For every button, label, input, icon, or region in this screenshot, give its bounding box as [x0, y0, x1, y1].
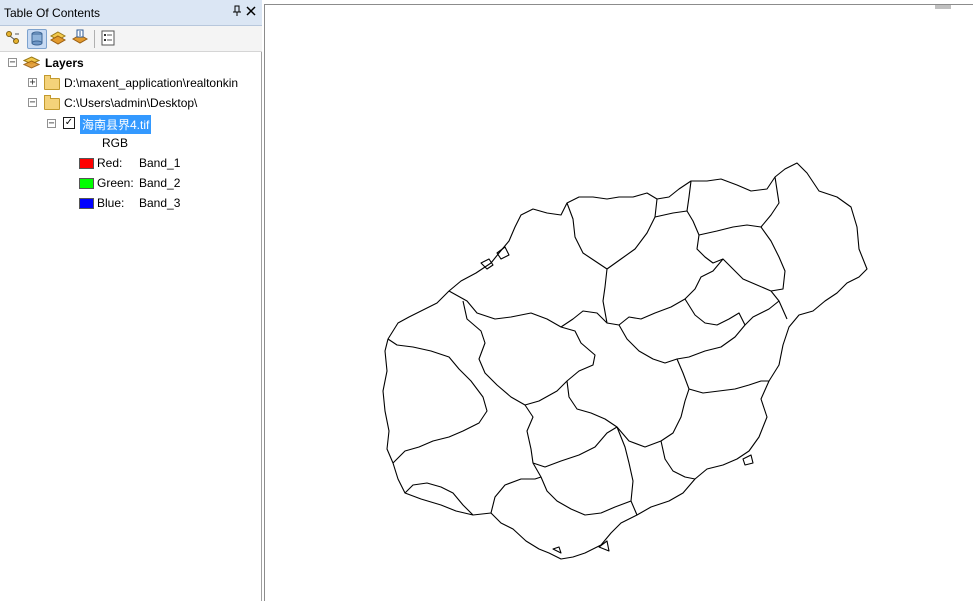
- blue-swatch[interactable]: [79, 198, 94, 209]
- county-border: [616, 426, 638, 516]
- green-band-label: Band_2: [139, 176, 181, 190]
- county-border: [654, 210, 724, 264]
- county-border: [490, 476, 542, 514]
- map-view[interactable]: [264, 4, 973, 601]
- list-by-source-icon[interactable]: [27, 29, 47, 49]
- layers-icon: [22, 55, 41, 73]
- folder-1-expand-toggle[interactable]: +: [28, 78, 37, 88]
- render-type-label: RGB: [102, 136, 129, 150]
- green-swatch[interactable]: [79, 178, 94, 189]
- folder-1-path[interactable]: D:\maxent_application\realtonkin: [64, 76, 238, 90]
- folder-2-collapse-toggle[interactable]: −: [28, 98, 37, 108]
- blue-channel-label: Blue:: [97, 196, 125, 210]
- county-border: [404, 482, 474, 516]
- islet: [742, 454, 754, 466]
- island-outline: [382, 162, 868, 560]
- green-channel-label: Green:: [97, 176, 134, 190]
- county-border: [760, 226, 786, 292]
- county-border: [532, 462, 632, 516]
- county-border: [448, 290, 596, 406]
- county-border: [524, 404, 618, 468]
- list-by-selection-icon[interactable]: [71, 29, 91, 49]
- folder-icon: [44, 75, 60, 90]
- layer-visibility-checkbox[interactable]: ✓: [63, 117, 75, 129]
- county-border: [566, 202, 608, 324]
- options-icon[interactable]: [99, 29, 119, 49]
- islet: [598, 540, 610, 552]
- county-boundary-map: [382, 162, 868, 560]
- layers-root-label[interactable]: Layers: [45, 56, 84, 70]
- islet: [480, 258, 494, 270]
- list-by-drawing-order-icon[interactable]: [4, 29, 24, 49]
- county-border: [686, 180, 692, 212]
- county-border: [684, 298, 746, 326]
- folder-icon: [44, 95, 60, 110]
- folder-2-path[interactable]: C:\Users\admin\Desktop\: [64, 96, 197, 110]
- close-icon[interactable]: [246, 5, 256, 19]
- islet: [552, 546, 562, 554]
- county-border: [660, 440, 696, 480]
- red-swatch[interactable]: [79, 158, 94, 169]
- list-by-visibility-icon[interactable]: [49, 29, 69, 49]
- county-border: [606, 198, 658, 270]
- county-border: [387, 338, 488, 464]
- toc-toolbar: [0, 26, 262, 52]
- table-of-contents-panel: Table Of Contents − Layers + D:\maxent_a…: [0, 0, 262, 601]
- county-border: [618, 324, 678, 364]
- toolbar-separator: [94, 30, 95, 48]
- toc-titlebar: Table Of Contents: [0, 0, 262, 26]
- red-channel-label: Red:: [97, 156, 123, 170]
- toc-title: Table Of Contents: [4, 6, 101, 20]
- layers-collapse-toggle[interactable]: −: [8, 58, 17, 68]
- county-border: [566, 300, 780, 448]
- red-band-label: Band_1: [139, 156, 181, 170]
- county-border: [688, 380, 769, 394]
- blue-band-label: Band_3: [139, 196, 181, 210]
- layer-collapse-toggle[interactable]: −: [47, 119, 56, 129]
- layer-name-selected[interactable]: 海南县界4.tif: [80, 115, 152, 134]
- pin-icon[interactable]: [232, 5, 242, 20]
